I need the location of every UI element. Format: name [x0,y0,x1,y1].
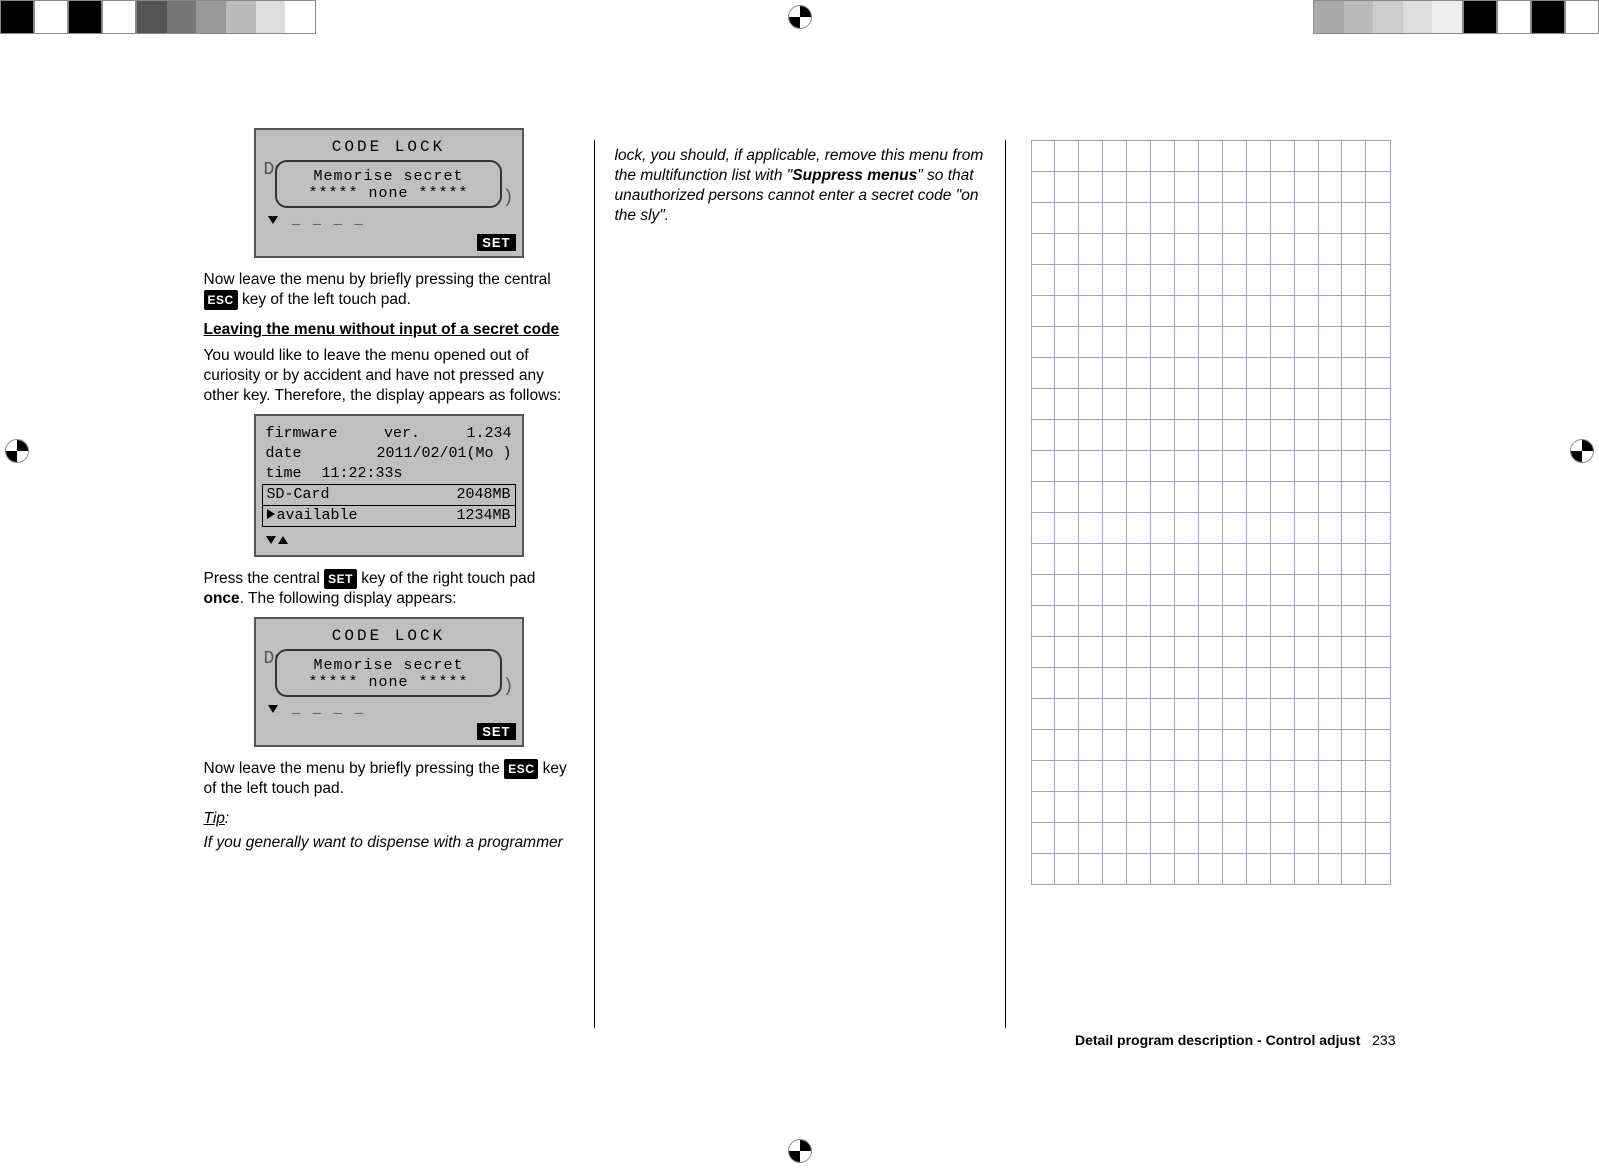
info-row: firmware ver. 1.234 [266,424,512,444]
triangle-right-icon [267,509,275,519]
column-separator [1005,140,1006,1028]
column-3: Detail program description - Control adj… [1026,120,1396,1048]
printer-marks-top [0,0,1599,34]
lcd-codelock-2: CODE LOCK De ) Memorise secret ***** non… [254,617,524,747]
lcd-popup: Memorise secret ***** none ***** [275,649,502,697]
popup-line2: ***** none ***** [281,185,496,202]
column-separator [594,140,595,1028]
esc-keycap: ESC [204,290,238,310]
column-2: lock, you should, if applicable, remove … [615,120,985,1048]
lcd-codelock-1: CODE LOCK De ) Memorise secret ***** non… [254,128,524,258]
registration-mark-icon [789,6,811,28]
notes-grid [1031,140,1391,885]
lcd-underscores: _ _ _ _ [262,701,516,717]
set-badge: SET [477,723,515,740]
section-heading: Leaving the menu without input of a secr… [204,320,574,340]
paragraph: You would like to leave the menu opened … [204,346,574,406]
lcd-header: CODE LOCK [262,138,516,156]
registration-mark-icon [789,1140,811,1162]
esc-keycap: ESC [504,759,538,779]
popup-line2: ***** none ***** [281,674,496,691]
paragraph: If you generally want to dispense with a… [204,833,574,853]
info-row-selected: available 1234MB [262,506,516,527]
lcd-info: firmware ver. 1.234 date 2011/02/01(Mo )… [254,414,524,557]
paragraph: lock, you should, if applicable, remove … [615,146,985,226]
popup-line1: Memorise secret [281,168,496,185]
paragraph: Press the central SET key of the right t… [204,569,574,609]
nav-arrows-icon [266,531,512,549]
set-badge: SET [477,234,515,251]
info-row: date 2011/02/01(Mo ) [266,444,512,464]
lcd-bg-right: ) [503,188,514,208]
info-row: time 11:22:33s [266,464,512,484]
lcd-underscores: _ _ _ _ [262,212,516,228]
set-keycap: SET [324,569,357,589]
tip-line: Tip: [204,809,574,829]
lcd-header: CODE LOCK [262,627,516,645]
column-1: CODE LOCK De ) Memorise secret ***** non… [204,120,574,1048]
paragraph: Now leave the menu by briefly pressing t… [204,759,574,799]
popup-line1: Memorise secret [281,657,496,674]
lcd-popup: Memorise secret ***** none ***** [275,160,502,208]
page-footer: Detail program description - Control adj… [1075,1032,1396,1048]
info-row-selected: SD-Card 2048MB [262,484,516,506]
top-left-swatches [0,0,316,34]
lcd-bg-right: ) [503,677,514,697]
paragraph: Now leave the menu by briefly pressing t… [204,270,574,310]
top-right-swatches [1313,0,1599,34]
